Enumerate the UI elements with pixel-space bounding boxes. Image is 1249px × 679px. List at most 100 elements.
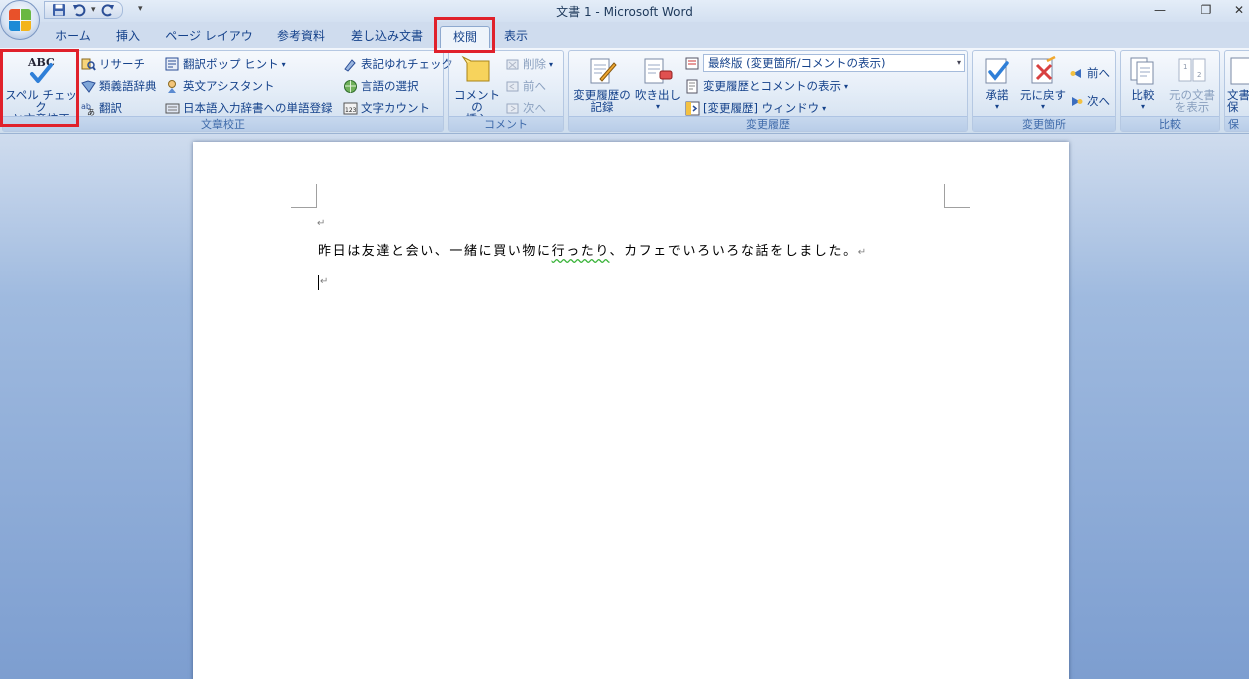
chevron-down-icon: ▾ bbox=[1140, 102, 1145, 111]
next-change-button[interactable]: 次へ bbox=[1069, 93, 1110, 109]
group-label-proofing: 文章校正 bbox=[3, 116, 443, 131]
reject-button[interactable]: 元に戻す ▾ bbox=[1019, 55, 1067, 113]
tab-references[interactable]: 参考資料 bbox=[268, 26, 334, 48]
previous-change-button[interactable]: 前へ bbox=[1069, 65, 1110, 81]
svg-text:123: 123 bbox=[345, 107, 357, 114]
svg-text:あ: あ bbox=[87, 108, 95, 116]
paragraph-mark: ↵ bbox=[857, 247, 868, 258]
chevron-down-icon: ▾ bbox=[994, 102, 999, 111]
tab-review[interactable]: 校閲 bbox=[440, 26, 490, 48]
chevron-down-icon: ▾ bbox=[655, 102, 660, 111]
office-button[interactable] bbox=[0, 0, 40, 40]
globe-icon bbox=[344, 79, 357, 93]
group-tracking: 変更履歴の 記録 ▾ 吹き出し ▾ 最終版 (変更箇所/コメントの表示) ▾ 変… bbox=[568, 50, 968, 132]
reviewing-pane-icon bbox=[685, 101, 700, 115]
group-comments: コメントの 挿入 削除 ▾ 前へ 次へ コメント bbox=[448, 50, 564, 132]
paragraph-mark: ↵ bbox=[317, 218, 326, 229]
next-comment-icon bbox=[506, 103, 519, 113]
research-icon bbox=[81, 58, 96, 71]
delete-comment-icon bbox=[506, 59, 519, 69]
window-controls: — ❐ ✕ bbox=[1137, 0, 1249, 20]
translation-screentip-icon bbox=[165, 57, 179, 70]
ime-dictionary-icon bbox=[165, 103, 180, 113]
show-source-documents-button[interactable]: 12 元の文書 を表示 bbox=[1165, 55, 1219, 113]
accept-icon bbox=[985, 58, 1009, 84]
document-line-1[interactable]: 昨日は友達と会い、一緒に買い物に行ったり、カフェでいろいろな話をしました。↵ bbox=[318, 240, 868, 259]
compare-button[interactable]: 比較 ▾ bbox=[1123, 55, 1163, 113]
chevron-down-icon: ▾ bbox=[281, 59, 286, 69]
tab-page-layout[interactable]: ページ レイアウト bbox=[160, 26, 258, 63]
track-changes-icon bbox=[590, 58, 617, 84]
previous-comment-icon bbox=[506, 81, 519, 91]
crop-mark-right bbox=[944, 184, 970, 208]
svg-text:2: 2 bbox=[1197, 71, 1201, 79]
ribbon-tabs: ホーム 挿入 ページ レイアウト 参考資料 差し込み文書 校閲 表示 bbox=[0, 22, 1249, 63]
group-protect: 文書 保 保 bbox=[1224, 50, 1249, 132]
group-label-tracking: 変更履歴 bbox=[569, 116, 967, 131]
research-button[interactable]: リサーチ bbox=[81, 56, 145, 72]
delete-comment-button[interactable]: 削除 ▾ bbox=[505, 56, 553, 72]
document-area: ↵ 昨日は友達と会い、一緒に買い物に行ったり、カフェでいろいろな話をしました。↵… bbox=[0, 134, 1249, 679]
translate-icon: abあ bbox=[81, 102, 95, 116]
english-assistant-button[interactable]: 英文アシスタント bbox=[165, 78, 275, 94]
text-cursor bbox=[318, 275, 319, 290]
translate-button[interactable]: ab あ 翻訳 bbox=[81, 100, 122, 116]
protect-document-button[interactable]: 文書 保 bbox=[1227, 55, 1249, 113]
ribbon: ABC スペル チェック と文章校正 リサーチ 類義語辞典 abあ 翻訳 翻訳ポ… bbox=[0, 48, 1249, 134]
group-label-compare: 比較 bbox=[1121, 116, 1219, 131]
accept-button[interactable]: 承諾 ▾ bbox=[975, 55, 1019, 113]
set-language-button[interactable]: 言語の選択 bbox=[343, 78, 419, 94]
chevron-down-icon: ▾ bbox=[549, 59, 554, 69]
display-for-review-dropdown[interactable]: 最終版 (変更箇所/コメントの表示) ▾ bbox=[703, 54, 965, 72]
group-label-protect: 保 bbox=[1225, 116, 1249, 131]
previous-comment-button[interactable]: 前へ bbox=[505, 78, 546, 94]
group-label-changes: 変更箇所 bbox=[973, 116, 1115, 131]
restore-button[interactable]: ❐ bbox=[1183, 0, 1229, 20]
balloons-icon bbox=[644, 58, 673, 84]
show-markup-button[interactable]: 変更履歴とコメントの表示 ▾ bbox=[685, 78, 848, 94]
svg-text:1: 1 bbox=[1183, 63, 1187, 71]
show-source-icon: 12 bbox=[1178, 58, 1206, 82]
chevron-down-icon: ▾ bbox=[956, 58, 961, 67]
group-label-comments: コメント bbox=[449, 116, 563, 131]
thesaurus-icon bbox=[81, 79, 96, 93]
tab-home[interactable]: ホーム bbox=[48, 26, 98, 48]
balloons-button[interactable]: 吹き出し ▾ bbox=[635, 55, 681, 113]
chevron-down-icon: ▾ bbox=[822, 103, 827, 113]
crop-mark-left bbox=[291, 184, 317, 208]
group-changes: 承諾 ▾ 元に戻す ▾ 前へ 次へ 変更箇所 bbox=[972, 50, 1116, 132]
paragraph-mark: ↵ bbox=[320, 276, 329, 287]
previous-change-icon bbox=[1070, 68, 1081, 78]
minimize-button[interactable]: — bbox=[1137, 0, 1183, 20]
misspelled-word[interactable]: 行ったり bbox=[552, 244, 610, 259]
group-proofing: ABC スペル チェック と文章校正 リサーチ 類義語辞典 abあ 翻訳 翻訳ポ… bbox=[2, 50, 453, 132]
variant-check-icon bbox=[344, 58, 356, 72]
new-comment-button[interactable]: コメントの 挿入 bbox=[451, 55, 503, 125]
close-button[interactable]: ✕ bbox=[1229, 0, 1249, 20]
spelling-grammar-button[interactable]: ABC スペル チェック と文章校正 bbox=[5, 55, 77, 125]
compare-icon bbox=[1130, 57, 1154, 85]
new-comment-icon bbox=[461, 55, 490, 82]
tab-insert[interactable]: 挿入 bbox=[108, 26, 148, 48]
reviewing-pane-button[interactable]: [変更履歴] ウィンドウ ▾ bbox=[685, 100, 826, 116]
tab-mailings[interactable]: 差し込み文書 bbox=[344, 26, 430, 48]
tab-view[interactable]: 表示 bbox=[498, 26, 534, 48]
track-changes-button[interactable]: 変更履歴の 記録 ▾ bbox=[571, 55, 633, 125]
show-markup-icon bbox=[686, 79, 698, 93]
thesaurus-button[interactable]: 類義語辞典 bbox=[81, 78, 157, 94]
document-page[interactable]: ↵ 昨日は友達と会い、一緒に買い物に行ったり、カフェでいろいろな話をしました。↵… bbox=[193, 142, 1069, 679]
office-logo-icon bbox=[9, 9, 31, 31]
translation-screentip-button[interactable]: 翻訳ポップ ヒント ▾ bbox=[165, 56, 286, 72]
variant-check-button[interactable]: 表記ゆれチェック bbox=[343, 56, 453, 72]
word-count-button[interactable]: 123 文字カウント bbox=[343, 100, 430, 116]
reject-icon bbox=[1031, 55, 1056, 84]
chevron-down-icon: ▾ bbox=[1040, 102, 1045, 111]
window-title: 文書 1 - Microsoft Word bbox=[556, 5, 693, 19]
protect-document-icon bbox=[1230, 57, 1249, 85]
word-count-icon: 123 bbox=[343, 102, 358, 114]
display-for-review-icon bbox=[685, 57, 699, 70]
ime-dictionary-register-button[interactable]: 日本語入力辞書への単語登録 bbox=[165, 100, 333, 116]
next-comment-button[interactable]: 次へ bbox=[505, 100, 546, 116]
next-change-icon bbox=[1072, 96, 1083, 106]
title-bar: ▾ ▾ 文書 1 - Microsoft Word — ❐ ✕ bbox=[0, 0, 1249, 40]
